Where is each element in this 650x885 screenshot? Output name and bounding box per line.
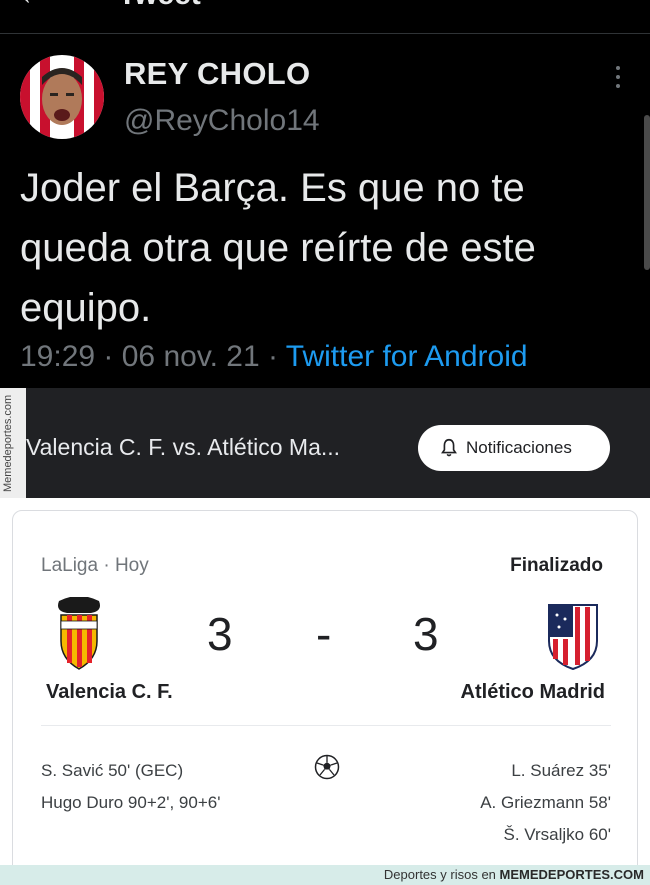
league-label[interactable]: LaLiga · Hoy bbox=[41, 555, 149, 577]
tweet-text: Joder el Barça. Es que no te queda otra … bbox=[20, 166, 536, 330]
bottom-watermark: Deportes y risos en MEMEDEPORTES.COM bbox=[0, 865, 650, 885]
side-watermark: Memedeportes.com bbox=[0, 388, 26, 500]
tweet-meta: 19:29 · 06 nov. 21 · Twitter for Android bbox=[20, 340, 528, 374]
meta-separator: · bbox=[267, 340, 286, 373]
atletico-crest-icon[interactable] bbox=[545, 597, 601, 671]
notifications-label: Notificaciones bbox=[466, 438, 572, 457]
user-handle[interactable]: @ReyCholo14 bbox=[124, 104, 320, 138]
display-name[interactable]: REY CHOLO bbox=[124, 56, 310, 92]
watermark-tagline: Deportes y risos en bbox=[383, 867, 496, 882]
goal-entry: Hugo Duro 90+2', 90+6' bbox=[41, 793, 221, 812]
notifications-button[interactable]: Notificaciones bbox=[418, 425, 610, 471]
meta-separator: · bbox=[103, 340, 122, 373]
away-goalscorers: L. Suárez 35' A. Griezmann 58' Š. Vrsalj… bbox=[480, 755, 611, 851]
side-watermark-text: Memedeportes.com bbox=[2, 394, 14, 492]
match-status: Finalizado bbox=[510, 555, 603, 576]
match-title: Valencia C. F. vs. Atlético Ma... bbox=[26, 434, 341, 460]
valencia-crest-icon[interactable] bbox=[51, 596, 107, 671]
away-team-name[interactable]: Atlético Madrid bbox=[461, 681, 605, 704]
top-bar: ← Tweet bbox=[0, 0, 650, 34]
goal-entry: L. Suárez 35' bbox=[511, 761, 611, 780]
match-header: Valencia C. F. vs. Atlético Ma... Notifi… bbox=[26, 388, 650, 498]
page-title: Tweet bbox=[118, 0, 201, 12]
watermark-brand: MEMEDEPORTES.COM bbox=[499, 867, 644, 882]
avatar[interactable] bbox=[20, 55, 104, 139]
watermark-text: Deportes y risos en MEMEDEPORTES.COM bbox=[384, 867, 644, 882]
tweet-time: 19:29 bbox=[20, 340, 96, 373]
back-arrow-icon[interactable]: ← bbox=[18, 0, 48, 12]
score-separator: - bbox=[316, 608, 332, 660]
away-score: 3 bbox=[413, 608, 439, 660]
home-team-name[interactable]: Valencia C. F. bbox=[46, 681, 173, 704]
home-goalscorers: S. Savić 50' (GEC) Hugo Duro 90+2', 90+6… bbox=[41, 755, 220, 819]
divider bbox=[41, 725, 611, 726]
goal-entry: S. Savić 50' (GEC) bbox=[41, 761, 184, 780]
tweet-view: ← Tweet REY CHOLO @ReyCholo14 Joder el B… bbox=[0, 0, 650, 388]
tweet-date: 06 nov. 21 bbox=[121, 340, 260, 373]
tweet-source-link[interactable]: Twitter for Android bbox=[286, 340, 528, 373]
goal-entry: Š. Vrsaljko 60' bbox=[503, 825, 612, 844]
home-score: 3 bbox=[207, 608, 233, 660]
more-options-icon[interactable] bbox=[612, 66, 624, 94]
match-card-area: LaLiga · Hoy Finalizado 3 - 3 Valencia C… bbox=[0, 498, 650, 880]
match-card[interactable]: LaLiga · Hoy Finalizado 3 - 3 Valencia C… bbox=[12, 510, 638, 880]
bell-add-icon bbox=[441, 438, 457, 457]
soccer-ball-icon bbox=[314, 754, 340, 780]
goal-entry: A. Griezmann 58' bbox=[480, 793, 611, 812]
scrollbar[interactable] bbox=[644, 115, 650, 270]
